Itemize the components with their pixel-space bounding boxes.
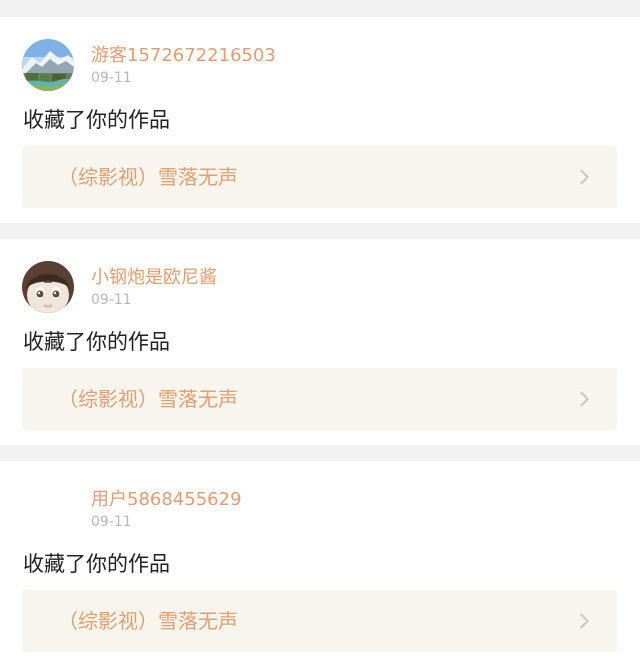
notification-card: 用户5868455629 09-11 收藏了你的作品 （综影视）雪落无声 — [0, 461, 640, 669]
chevron-right-icon — [580, 613, 589, 629]
timestamp: 09-11 — [91, 292, 132, 308]
chevron-right-icon — [580, 169, 589, 185]
username[interactable]: 游客1572672216503 — [91, 44, 276, 68]
username[interactable]: 小钢炮是欧尼酱 — [91, 266, 217, 290]
avatar[interactable] — [22, 483, 74, 535]
timestamp: 09-11 — [91, 70, 132, 86]
timestamp: 09-11 — [91, 514, 132, 530]
avatar[interactable] — [22, 39, 74, 91]
mountain-landscape-icon — [22, 39, 74, 91]
work-title: （综影视）雪落无声 — [58, 165, 238, 189]
username[interactable]: 用户5868455629 — [91, 488, 242, 512]
work-title: （综影视）雪落无声 — [58, 387, 238, 411]
action-text: 收藏了你的作品 — [23, 108, 170, 132]
action-text: 收藏了你的作品 — [23, 330, 170, 354]
chevron-right-icon — [580, 391, 589, 407]
notification-feed: 游客1572672216503 09-11 收藏了你的作品 （综影视）雪落无声 — [0, 0, 640, 669]
blank-avatar-icon — [22, 483, 74, 535]
work-title: （综影视）雪落无声 — [58, 609, 238, 633]
work-link[interactable]: （综影视）雪落无声 — [22, 368, 617, 430]
notification-card: 小钢炮是欧尼酱 09-11 收藏了你的作品 （综影视）雪落无声 — [0, 239, 640, 445]
action-text: 收藏了你的作品 — [23, 552, 170, 576]
avatar[interactable] — [22, 261, 74, 313]
work-link[interactable]: （综影视）雪落无声 — [22, 146, 617, 208]
work-link[interactable]: （综影视）雪落无声 — [22, 590, 617, 652]
doll-face-icon — [22, 261, 74, 313]
notification-card: 游客1572672216503 09-11 收藏了你的作品 （综影视）雪落无声 — [0, 17, 640, 223]
